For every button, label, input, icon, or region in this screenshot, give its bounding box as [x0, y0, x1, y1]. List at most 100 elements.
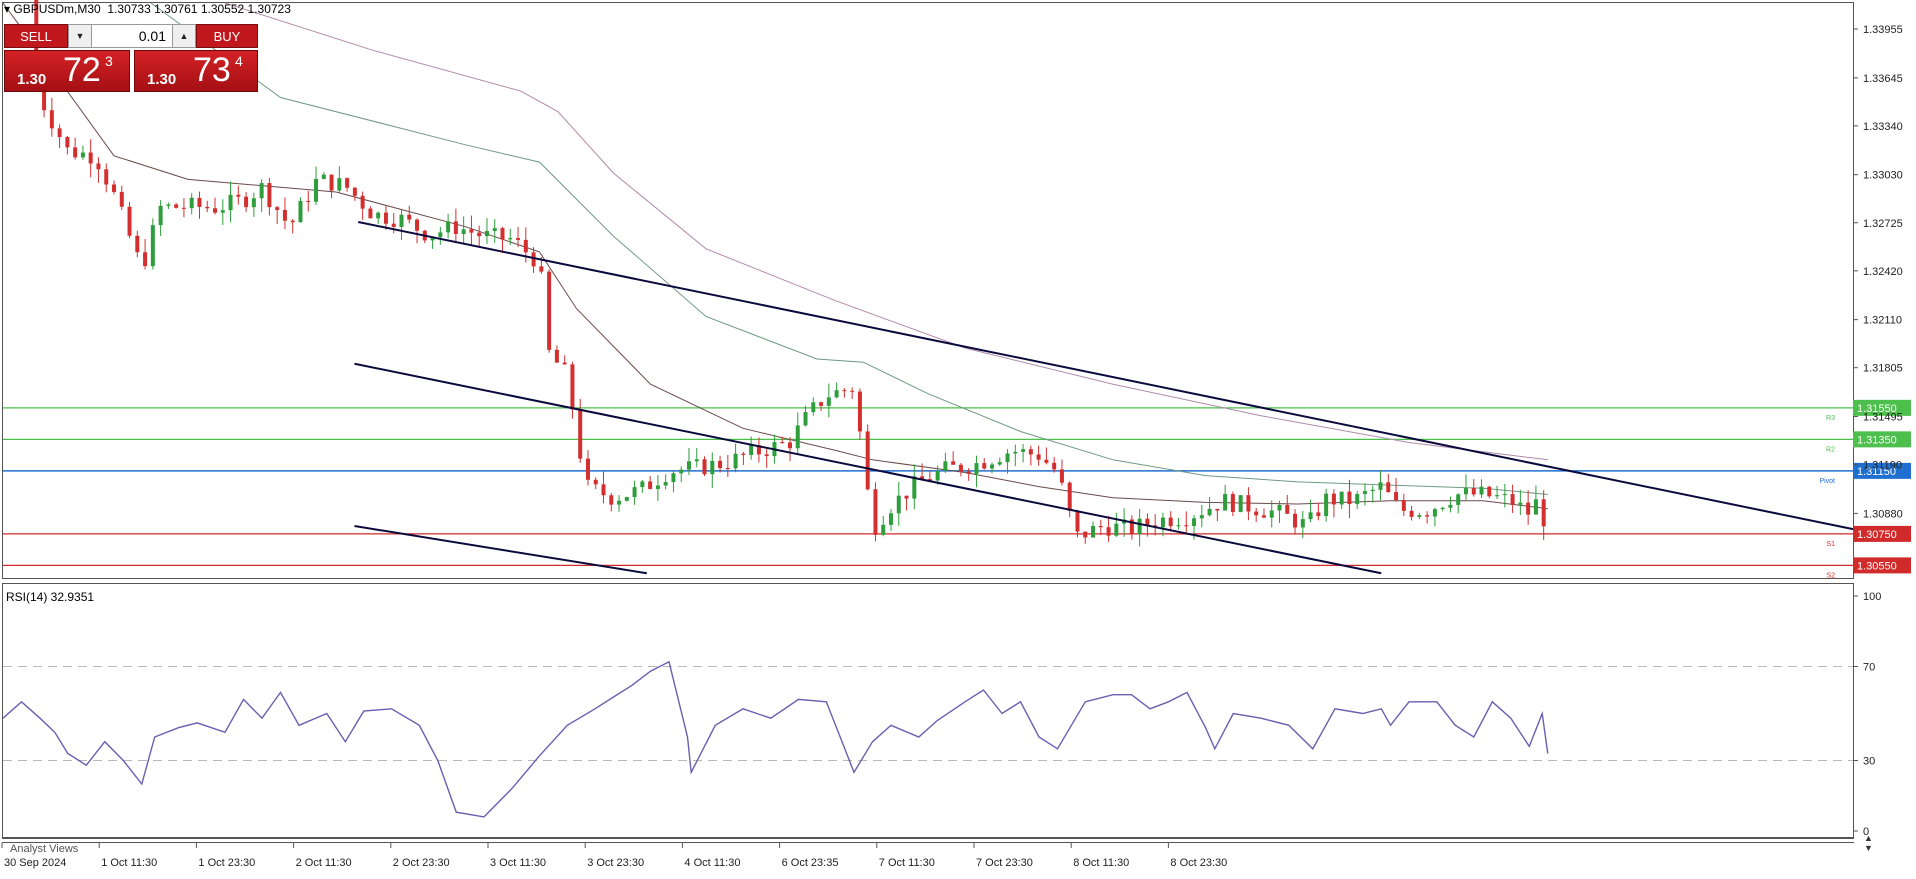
candle-body — [438, 232, 443, 238]
candle-body — [1238, 495, 1243, 512]
candle-body — [166, 204, 171, 206]
candle-body — [1510, 494, 1515, 505]
time-tick-label: 2 Oct 11:30 — [296, 857, 352, 869]
chart-svg: R31.31550R21.31350Pivot1.31150S11.30750S… — [0, 0, 1916, 874]
buy-button[interactable]: BUY — [196, 24, 258, 48]
candle-body — [376, 212, 381, 219]
candle-body — [1192, 518, 1197, 527]
candle-body — [112, 184, 116, 192]
price-tick-label: 1.32420 — [1863, 266, 1903, 278]
candle-body — [1316, 512, 1321, 517]
price-tick-label: 1.30880 — [1863, 508, 1903, 520]
candle-body — [1324, 493, 1329, 517]
candle-body — [1098, 526, 1103, 528]
buy-quote[interactable]: 1.30 73 4 — [134, 50, 258, 92]
candle-body — [1533, 499, 1538, 515]
candle-body — [578, 409, 583, 459]
candle-body — [205, 206, 210, 209]
candle-body — [321, 174, 326, 179]
candle-body — [352, 187, 357, 196]
rsi-header: RSI(14) 32.9351 — [6, 590, 95, 604]
candle-body — [1176, 525, 1181, 527]
candle-body — [1036, 454, 1041, 460]
level-price-label: 1.30750 — [1857, 529, 1897, 541]
candle-body — [889, 513, 893, 525]
price-tick-label: 1.32725 — [1863, 218, 1903, 230]
candle-body — [477, 232, 482, 237]
candle-body — [554, 349, 559, 363]
level-price-label: 1.30550 — [1857, 560, 1897, 572]
candle-body — [904, 495, 909, 499]
candle-body — [1401, 500, 1406, 511]
candle-body — [787, 442, 792, 449]
candle-body — [834, 390, 839, 398]
rsi-tick-label: 70 — [1863, 662, 1875, 674]
candle-body — [523, 239, 528, 253]
price-tick-label: 1.31190 — [1863, 460, 1902, 472]
scroll-down-icon[interactable]: ▼ — [1864, 843, 1873, 853]
candle-body — [228, 194, 233, 211]
candle-body — [1075, 510, 1080, 532]
lot-decrease-icon[interactable]: ▼ — [68, 24, 92, 48]
candle-body — [570, 364, 575, 410]
candle-body — [181, 207, 186, 209]
symbol-name: GBPUSDm,M30 — [13, 2, 101, 16]
candle-body — [1479, 486, 1484, 495]
candle-body — [399, 214, 404, 227]
candle-body — [1005, 453, 1010, 463]
candle-body — [865, 431, 870, 490]
rsi-tick-label: 30 — [1863, 756, 1875, 768]
candle-body — [306, 200, 311, 202]
candle-body — [873, 489, 878, 535]
sell-button[interactable]: SELL — [4, 24, 68, 48]
sell-quote[interactable]: 1.30 72 3 — [4, 50, 130, 92]
candle-body — [640, 481, 645, 488]
candle-body — [951, 461, 956, 465]
time-tick-label: 8 Oct 11:30 — [1073, 857, 1129, 869]
sell-quote-sup: 3 — [105, 53, 113, 69]
candle-body — [57, 128, 62, 138]
candle-body — [655, 485, 660, 489]
candle-body — [1463, 488, 1468, 495]
candle-body — [710, 460, 715, 475]
candle-body — [360, 195, 365, 209]
level-name-r2: R2 — [1826, 446, 1835, 453]
candle-body — [298, 200, 303, 223]
candle-body — [446, 221, 451, 233]
candle-body — [1293, 513, 1298, 528]
candle-body — [251, 198, 256, 208]
candle-body — [1215, 508, 1220, 511]
analyst-views-label[interactable]: Analyst Views — [10, 843, 78, 855]
candle-body — [764, 454, 769, 457]
candle-body — [1044, 459, 1049, 463]
scroll-up-icon[interactable]: ▲ — [1864, 833, 1873, 843]
time-tick-label: 7 Oct 23:30 — [976, 857, 1033, 869]
price-tick-label: 1.33645 — [1863, 73, 1903, 85]
candle-body — [966, 471, 971, 474]
candle-body — [842, 390, 847, 392]
candle-body — [368, 208, 373, 219]
chart-background — [0, 0, 1916, 874]
candle-body — [780, 442, 785, 444]
time-tick-label: 1 Oct 11:30 — [101, 857, 157, 869]
lot-increase-icon[interactable]: ▲ — [172, 24, 196, 48]
level-name-pivot: Pivot — [1819, 478, 1835, 485]
candle-body — [935, 470, 940, 481]
time-tick-label: 2 Oct 23:30 — [393, 857, 450, 869]
lot-size-input[interactable]: 0.01 — [92, 24, 172, 48]
candle-body — [1425, 515, 1430, 517]
candle-body — [671, 473, 676, 483]
candle-body — [1168, 517, 1173, 527]
candle-body — [1487, 486, 1492, 497]
candle-body — [803, 412, 808, 426]
candle-body — [826, 397, 831, 406]
one-click-trading-panel: SELL ▼ 0.01 ▲ BUY 1.30 72 3 1.30 73 4 — [4, 24, 258, 96]
candle-body — [881, 524, 886, 535]
candle-body — [1106, 527, 1111, 536]
candle-body — [150, 225, 155, 267]
candle-body — [127, 206, 132, 236]
time-tick-label: 4 Oct 11:30 — [684, 857, 740, 869]
candle-body — [741, 453, 746, 455]
candle-body — [213, 208, 218, 213]
candle-body — [1028, 449, 1033, 455]
